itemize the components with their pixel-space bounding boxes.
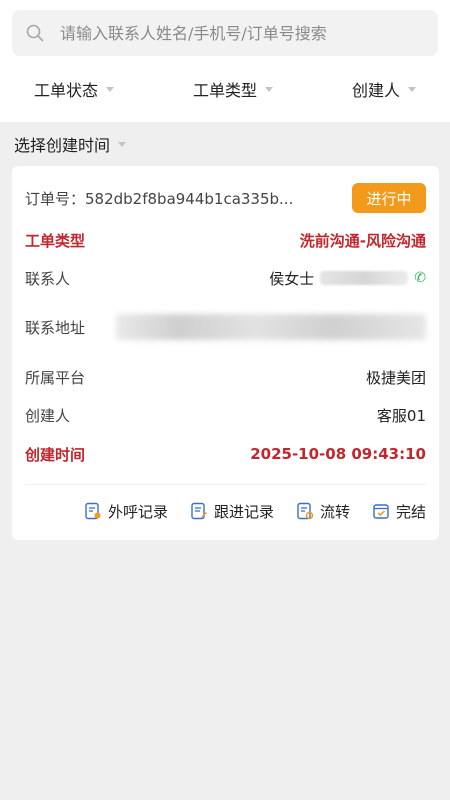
chevron-down-icon [106,86,115,92]
chevron-down-icon [265,86,273,92]
contact-label: 联系人 [25,269,71,288]
chevron-down-icon [118,141,127,147]
action-label: 外呼记录 [107,502,168,521]
masked-address [116,314,426,340]
chevron-down-icon [407,86,416,92]
address-row: 联系地址 [25,312,426,342]
creator-value: 客服01 [376,406,426,425]
divider [25,484,426,485]
contact-name: 侯女士 [269,269,315,288]
creator-label: 创建人 [25,406,71,425]
action-label: 完结 [395,502,426,521]
complete-button[interactable]: 完结 [372,501,426,522]
search-input[interactable] [60,23,424,43]
filter-label: 创建人 [351,81,400,100]
follow-up-icon [190,502,208,520]
created-time-label: 创建时间 [25,445,86,464]
order-type-row: 工单类型 洗前沟通-风险沟通 [25,228,426,252]
order-header: 订单号：582db2f8ba944b1ca335b... 进行中 [25,182,426,214]
order-card[interactable]: 订单号：582db2f8ba944b1ca335b... 进行中 工单类型 洗前… [12,166,439,540]
filter-label: 选择创建时间 [14,136,111,155]
filter-created-time[interactable]: 选择创建时间 [0,122,450,166]
filter-label: 工单类型 [192,81,257,100]
follow-up-button[interactable]: 跟进记录 [190,501,274,522]
filter-order-type[interactable]: 工单类型 [193,77,273,101]
transfer-button[interactable]: 流转 [296,501,350,522]
filter-label: 工单状态 [34,81,99,100]
action-label: 流转 [319,502,350,521]
call-record-button[interactable]: 外呼记录 [84,501,168,522]
phone-icon[interactable]: ✆ [414,270,426,286]
search-bar[interactable] [12,10,438,56]
action-label: 跟进记录 [213,502,274,521]
complete-icon [372,502,390,520]
contact-value: 侯女士 ✆ [269,268,426,289]
top-panel: 工单状态 工单类型 创建人 [0,0,450,122]
transfer-icon [296,502,314,520]
filter-creator[interactable]: 创建人 [352,77,416,101]
order-number: 订单号：582db2f8ba944b1ca335b... [25,189,294,208]
filter-bar: 工单状态 工单类型 创建人 [12,56,438,122]
order-type-value: 洗前沟通-风险沟通 [299,231,426,250]
platform-row: 所属平台 极捷美团 [25,365,426,389]
order-type-label: 工单类型 [25,231,86,250]
platform-value: 极捷美团 [365,368,426,387]
created-time-value: 2025-10-08 09:43:10 [250,445,426,463]
contact-row: 联系人 侯女士 ✆ [25,266,426,290]
masked-phone [320,271,409,285]
call-record-icon [84,502,102,520]
address-label: 联系地址 [25,318,86,337]
platform-label: 所属平台 [25,368,86,387]
status-badge: 进行中 [352,183,426,213]
created-time-row: 创建时间 2025-10-08 09:43:10 [25,442,426,466]
creator-row: 创建人 客服01 [25,403,426,427]
search-icon [26,24,44,42]
filter-order-status[interactable]: 工单状态 [34,77,115,101]
action-bar: 外呼记录 跟进记录 流转 完结 [84,496,426,526]
